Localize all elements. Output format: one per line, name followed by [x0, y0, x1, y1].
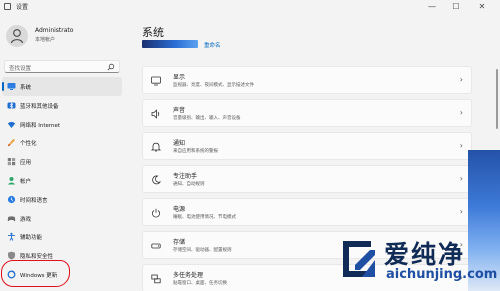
card-title: 多任务处理 — [173, 272, 204, 279]
highlight-circle — [1, 260, 70, 287]
scrollbar[interactable] — [496, 69, 498, 129]
chevron-right-icon: › — [459, 141, 463, 150]
sidebar-nav: 系统 蓝牙和其他设备 网络和 Internet 个性化 应用 帐户 时间和语言 — [2, 77, 122, 284]
chevron-right-icon: › — [459, 174, 463, 183]
card-focus-assist[interactable]: 专注助手 通知、自动规则 › — [142, 165, 472, 193]
monitor-icon — [7, 83, 16, 90]
close-button[interactable]: ✕ — [472, 1, 492, 13]
card-subtitle: 通知、自动规则 — [173, 182, 205, 187]
chevron-right-icon: › — [459, 108, 463, 117]
search-placeholder: 查找设置 — [9, 66, 32, 72]
speaker-icon — [151, 109, 160, 119]
moon-icon — [152, 175, 161, 185]
card-title: 通知 — [173, 140, 186, 147]
sidebar-item-apps[interactable]: 应用 — [2, 152, 122, 171]
card-notifications[interactable]: 通知 来自应用和系统的警报 › — [142, 132, 472, 160]
watermark-url: aichunjing.com — [386, 267, 498, 282]
title-bar: 设置 — ☐ ✕ — [0, 0, 500, 14]
rename-link[interactable]: 重命名 — [204, 41, 221, 49]
profile-name: Administrato — [35, 27, 74, 34]
wifi-icon — [7, 121, 16, 128]
sidebar-item-network[interactable]: 网络和 Internet — [2, 115, 122, 134]
gamepad-icon — [7, 215, 16, 221]
search-input[interactable]: 查找设置 — [4, 60, 120, 73]
card-subtitle: 音量级别、输出、输入、声音设备 — [173, 116, 241, 121]
brush-icon — [7, 139, 15, 147]
card-power[interactable]: 电源 睡眠、电池使用情况、节电模式 › — [142, 198, 472, 226]
card-subtitle: 监视器、亮度、夜间模式、显示描述文件 — [173, 83, 254, 88]
sidebar-item-personalization[interactable]: 个性化 — [2, 133, 122, 152]
bell-icon — [151, 142, 161, 152]
watermark-logo: 爱纯净 aichunjing.com — [340, 235, 500, 291]
display-icon — [151, 76, 161, 86]
sidebar-item-time-language[interactable]: 时间和语言 — [2, 190, 122, 209]
chevron-right-icon: › — [459, 75, 463, 84]
chevron-right-icon: › — [459, 207, 463, 216]
card-sound[interactable]: 声音 音量级别、输出、输入、声音设备 › — [142, 99, 472, 127]
sidebar-item-accessibility[interactable]: 辅助功能 — [2, 227, 122, 246]
card-title: 显示 — [173, 74, 186, 81]
bluetooth-icon — [7, 102, 16, 109]
card-title: 专注助手 — [173, 173, 198, 180]
card-subtitle: 来自应用和系统的警报 — [173, 149, 218, 154]
card-title: 存储 — [173, 239, 186, 246]
person-icon — [7, 176, 16, 185]
search-icon[interactable] — [107, 63, 115, 71]
card-subtitle: 存储空间、驱动器、配置规则 — [173, 248, 232, 253]
sidebar-item-bluetooth[interactable]: 蓝牙和其他设备 — [2, 96, 122, 115]
apps-icon — [7, 158, 16, 166]
accessibility-icon — [8, 233, 15, 242]
sidebar: Administrato 本地帐户 查找设置 系统 蓝牙和其他设备 网络和 In… — [0, 14, 123, 291]
card-subtitle: 贴靠窗口、桌面、任务切换 — [173, 281, 227, 286]
storage-icon — [151, 243, 161, 249]
profile-account-type: 本地帐户 — [35, 37, 56, 43]
sidebar-item-accounts[interactable]: 帐户 — [2, 171, 122, 190]
multitask-icon — [151, 274, 161, 284]
window-title: 设置 — [16, 4, 29, 11]
globe-clock-icon — [7, 195, 16, 203]
card-title: 声音 — [173, 107, 186, 114]
page-title: 系统 — [142, 26, 164, 39]
card-display[interactable]: 显示 监视器、亮度、夜间模式、显示描述文件 › — [142, 66, 472, 94]
sidebar-item-system[interactable]: 系统 — [2, 77, 122, 96]
avatar — [6, 25, 28, 47]
watermark-logo-icon — [343, 241, 375, 277]
card-title: 电源 — [173, 206, 186, 213]
sidebar-item-gaming[interactable]: 游戏 — [2, 209, 122, 228]
power-icon — [152, 208, 160, 218]
user-profile[interactable]: Administrato 本地帐户 — [4, 24, 119, 50]
device-image — [142, 40, 198, 48]
card-subtitle: 睡眠、电池使用情况、节电模式 — [173, 215, 236, 220]
minimize-button[interactable]: — — [422, 1, 442, 13]
maximize-button[interactable]: ☐ — [446, 1, 466, 13]
person-icon — [10, 29, 24, 44]
watermark-text: 爱纯净 — [384, 240, 466, 269]
shield-icon — [8, 251, 15, 260]
settings-app-icon — [4, 3, 11, 10]
